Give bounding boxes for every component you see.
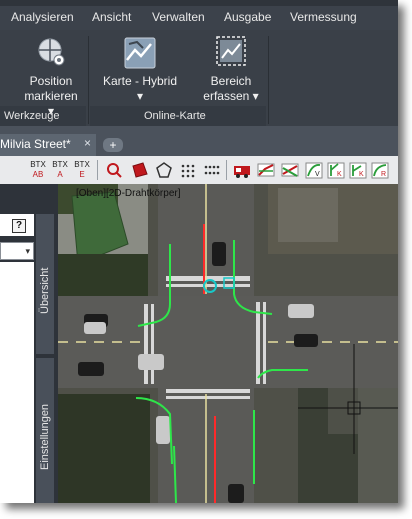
btx-ab-button[interactable]: BTX AB <box>28 160 48 180</box>
curve-k-icon: K <box>327 162 345 179</box>
tab-overview[interactable]: Übersicht <box>36 214 54 354</box>
btx-sub-label: E <box>79 170 85 179</box>
map-hybrid-button[interactable]: Karte - Hybrid ▾ <box>100 36 180 104</box>
vehicle-icon <box>234 166 250 178</box>
svg-text:K: K <box>337 171 342 178</box>
palette-tree[interactable] <box>0 262 34 503</box>
capture-area-label: erfassen <box>203 89 250 103</box>
mark-position-label: Position <box>29 74 73 88</box>
svg-text:R: R <box>381 171 386 178</box>
curve-k-button[interactable]: K <box>348 160 368 180</box>
viewport-label[interactable]: [Oben][2D-Drahtkörper] <box>76 188 181 199</box>
capture-area-icon <box>214 36 248 70</box>
ribbon-separator <box>88 36 89 124</box>
polygon-red-icon <box>132 162 148 178</box>
panel-online-map-label: Online-Karte <box>144 110 206 122</box>
vehicle-tool-button[interactable] <box>232 160 252 180</box>
app-window: Analysieren Ansicht Verwalten Ausgabe Ve… <box>0 0 398 503</box>
chevron-down-icon: ▾ <box>25 246 30 256</box>
curve-v-icon: V <box>305 162 323 179</box>
menu-analyze[interactable]: Analysieren <box>11 10 74 24</box>
dots-grid-icon <box>181 164 195 178</box>
dropdown-arrow-icon: ▾ <box>252 89 259 103</box>
btx-label: BTX <box>74 160 90 169</box>
ribbon-separator <box>268 36 269 124</box>
curve-r-icon: R <box>371 162 389 179</box>
tab-title: Milvia Street* <box>0 137 71 151</box>
btx-sub-label: AB <box>32 170 44 179</box>
polygon-outline-icon <box>156 162 172 178</box>
swept-path-button[interactable] <box>280 160 300 180</box>
map-viewport[interactable]: [Oben][2D-Drahtkörper] <box>58 184 398 503</box>
dots-grid-icon <box>204 165 220 175</box>
menu-manage[interactable]: Verwalten <box>152 10 205 24</box>
new-tab-button[interactable]: + <box>103 138 123 152</box>
tab-settings[interactable]: Einstellungen <box>36 358 54 503</box>
btx-label: BTX <box>52 160 68 169</box>
palette-combobox[interactable]: ▾ <box>0 242 34 260</box>
btx-a-button[interactable]: BTX A <box>50 160 70 180</box>
curve-k-icon: K <box>349 162 367 179</box>
polygon-outline-button[interactable] <box>154 160 174 180</box>
menu-bar: Analysieren Ansicht Verwalten Ausgabe Ve… <box>0 0 398 30</box>
vehicle-path-icon <box>257 163 275 177</box>
curve-k-button[interactable]: K <box>326 160 346 180</box>
svg-text:K: K <box>359 171 364 178</box>
btx-label: BTX <box>30 160 46 169</box>
polygon-red-button[interactable] <box>130 160 150 180</box>
menu-output[interactable]: Ausgabe <box>224 10 271 24</box>
toolbar-separator <box>97 160 98 180</box>
mark-position-label: markieren <box>24 89 78 103</box>
toolbar-separator <box>226 160 227 180</box>
swept-path-icon <box>281 163 299 177</box>
menu-survey[interactable]: Vermessung <box>290 10 357 24</box>
capture-area-button[interactable]: Bereich erfassen ▾ <box>198 36 264 104</box>
satellite-map-icon <box>123 36 157 70</box>
curve-r-button[interactable]: R <box>370 160 390 180</box>
map-hybrid-label: Karte - Hybrid <box>102 74 178 88</box>
tab-overview-label: Übersicht <box>39 267 51 314</box>
magnifier-icon <box>107 163 122 178</box>
title-strip <box>0 0 398 6</box>
svg-text:V: V <box>315 171 320 178</box>
capture-area-label: Bereich <box>210 74 252 88</box>
tab-milvia-street[interactable]: Milvia Street* × <box>0 134 96 156</box>
close-icon[interactable]: × <box>84 136 91 150</box>
btx-e-button[interactable]: BTX E <box>72 160 92 180</box>
curve-v-button[interactable]: V <box>304 160 324 180</box>
crosshair-globe-icon <box>34 36 68 70</box>
menu-view[interactable]: Ansicht <box>92 10 131 24</box>
panel-tools-label: Werkzeuge <box>4 110 60 122</box>
vehicle-path-button[interactable] <box>256 160 276 180</box>
help-button[interactable]: ? <box>12 219 26 233</box>
btx-sub-label: A <box>57 170 63 179</box>
mark-position-button[interactable]: Position markieren ▾ <box>20 36 82 119</box>
dropdown-arrow-icon: ▾ <box>136 89 144 103</box>
zoom-button[interactable] <box>104 160 124 180</box>
points-grid-button[interactable] <box>178 160 198 180</box>
points-grid-button[interactable] <box>202 160 222 180</box>
tab-settings-label: Einstellungen <box>39 403 51 470</box>
aerial-map-canvas <box>58 184 398 503</box>
